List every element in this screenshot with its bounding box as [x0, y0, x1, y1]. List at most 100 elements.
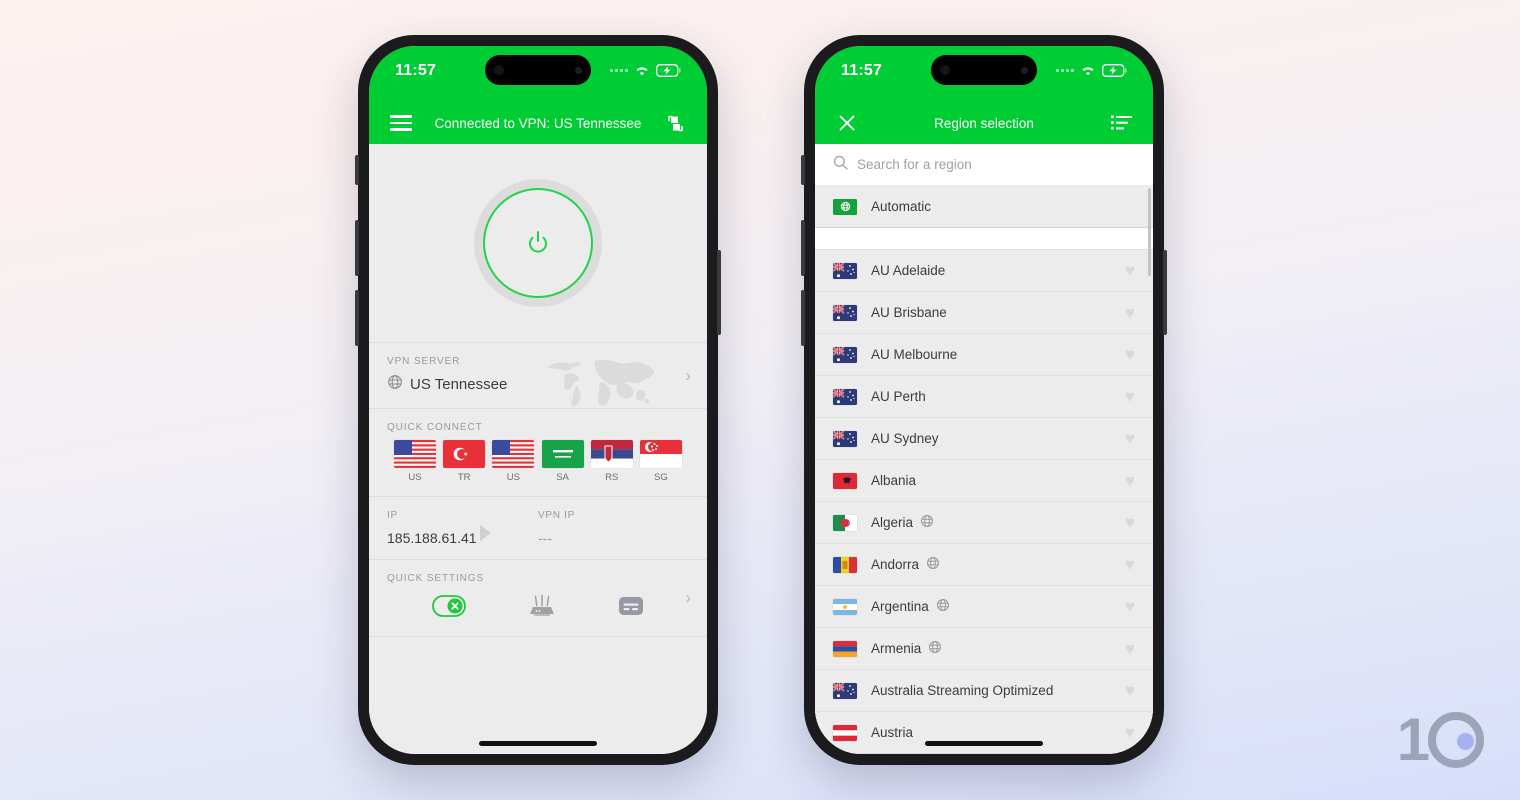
geo-globe-icon [920, 514, 934, 531]
search-input[interactable]: Search for a region [857, 157, 972, 172]
list-scrollbar[interactable] [1148, 188, 1151, 276]
favorite-heart-icon[interactable]: ♥ [1125, 261, 1135, 281]
wifi-icon [634, 65, 650, 77]
favorite-heart-icon[interactable]: ♥ [1125, 513, 1135, 533]
list-item-region[interactable]: Albania ♥ [815, 460, 1153, 502]
dynamic-island [931, 55, 1037, 85]
region-label: Argentina [871, 599, 929, 614]
list-item-region[interactable]: Australia Streaming Optimized ♥ [815, 670, 1153, 712]
camera-icon [940, 65, 950, 75]
flag-au-icon [833, 388, 857, 405]
ip-card: IP 185.188.61.41 VPN IP --- [369, 496, 707, 559]
home-indicator[interactable] [479, 741, 597, 746]
kill-switch-icon[interactable] [431, 595, 466, 622]
sensor-icon [575, 66, 582, 74]
quick-connect-item[interactable]: SA [539, 440, 587, 483]
home-indicator[interactable] [925, 741, 1043, 746]
volume-down-button[interactable] [355, 290, 359, 346]
region-name: Automatic [871, 199, 932, 214]
signal-dots-icon [1056, 69, 1074, 72]
sort-list-icon[interactable] [1107, 109, 1135, 137]
quick-connect-item[interactable]: US [489, 440, 537, 483]
battery-charging-icon [656, 64, 681, 77]
region-list: Automatic AU Adelaide ♥ AU Brisbane ♥ AU… [815, 186, 1153, 754]
close-x-icon[interactable] [833, 109, 861, 137]
favorite-heart-icon[interactable]: ♥ [1125, 387, 1135, 407]
region-label: Algeria [871, 515, 914, 530]
volume-down-button[interactable] [801, 290, 805, 346]
flag-ad-icon [833, 556, 857, 573]
quick-connect-code: RS [605, 472, 619, 483]
search-bar[interactable]: Search for a region [815, 144, 1153, 186]
snapshot-icon[interactable] [661, 109, 689, 137]
favorite-heart-icon[interactable]: ♥ [1125, 345, 1135, 365]
favorite-heart-icon[interactable]: ♥ [1125, 303, 1135, 323]
flag-au-icon [833, 346, 857, 363]
app-bar-right: Region selection [815, 102, 1153, 144]
mute-switch[interactable] [801, 155, 805, 185]
favorite-heart-icon[interactable]: ♥ [1125, 429, 1135, 449]
camera-icon [494, 65, 504, 75]
dynamic-island [485, 55, 591, 85]
volume-up-button[interactable] [355, 220, 359, 276]
list-item-region[interactable]: AU Sydney ♥ [815, 418, 1153, 460]
connection-status-title: Connected to VPN: US Tennessee [434, 115, 642, 131]
status-time: 11:57 [841, 62, 883, 79]
hamburger-menu-icon[interactable] [387, 109, 415, 137]
app-bar-left: Connected to VPN: US Tennessee [369, 102, 707, 144]
quick-settings-icons [387, 591, 689, 623]
quick-settings-card[interactable]: QUICK SETTINGS › [369, 559, 707, 636]
quick-connect-item[interactable]: SG [637, 440, 685, 483]
geo-globe-icon [928, 640, 942, 657]
region-name: AU Adelaide [871, 263, 946, 278]
favorite-heart-icon[interactable]: ♥ [1125, 639, 1135, 659]
volume-up-button[interactable] [801, 220, 805, 276]
list-item-region[interactable]: AU Adelaide ♥ [815, 250, 1153, 292]
list-item-region[interactable]: Andorra ♥ [815, 544, 1153, 586]
favorite-heart-icon[interactable]: ♥ [1125, 471, 1135, 491]
flag-us-icon [394, 440, 436, 468]
mace-adblock-icon[interactable] [618, 595, 644, 622]
flag-sa-icon [541, 440, 584, 468]
quick-connect-item[interactable]: US [391, 440, 439, 483]
list-item-region[interactable]: AU Perth ♥ [815, 376, 1153, 418]
quick-connect-card: QUICK CONNECT US TR US SA RS SG [369, 408, 707, 496]
quick-connect-code: US [506, 472, 520, 483]
list-item-region[interactable]: Armenia ♥ [815, 628, 1153, 670]
ip-grid: IP 185.188.61.41 VPN IP --- [387, 510, 689, 546]
auto-globe-icon [833, 198, 857, 215]
favorite-heart-icon[interactable]: ♥ [1125, 555, 1135, 575]
status-bar-right: 11:57 [815, 46, 1153, 102]
list-item-region[interactable]: Algeria ♥ [815, 502, 1153, 544]
status-indicators [610, 62, 681, 77]
list-item-region[interactable]: AU Brisbane ♥ [815, 292, 1153, 334]
signal-dots-icon [610, 69, 628, 72]
flag-ar-icon [833, 598, 857, 615]
favorite-heart-icon[interactable]: ♥ [1125, 723, 1135, 743]
power-side-button[interactable] [717, 250, 721, 335]
flag-au-icon [833, 304, 857, 321]
router-icon[interactable] [527, 594, 557, 623]
globe-icon [387, 374, 403, 395]
screen-left: 11:57 Connected to VPN: US Tennessee VPN… [369, 46, 707, 754]
power-toggle[interactable] [474, 179, 602, 307]
flag-rs-icon [590, 440, 633, 468]
brand-logo: 1 [1397, 710, 1484, 770]
favorite-heart-icon[interactable]: ♥ [1125, 597, 1135, 617]
power-side-button[interactable] [1163, 250, 1167, 335]
phone-device-right: 11:57 Region selection Search for a regi… [801, 35, 1167, 765]
list-item-region[interactable]: Argentina ♥ [815, 586, 1153, 628]
list-item-automatic[interactable]: Automatic [815, 186, 1153, 228]
list-item-region[interactable]: Austria ♥ [815, 712, 1153, 754]
logo-dot [1457, 733, 1474, 750]
region-name: Albania [871, 473, 917, 488]
favorite-heart-icon[interactable]: ♥ [1125, 681, 1135, 701]
quick-connect-code: SA [556, 472, 569, 483]
region-name: Australia Streaming Optimized [871, 683, 1054, 698]
vpn-server-card[interactable]: VPN SERVER US Tennessee › [369, 342, 707, 408]
region-name: Argentina [871, 598, 1111, 615]
list-item-region[interactable]: AU Melbourne ♥ [815, 334, 1153, 376]
mute-switch[interactable] [355, 155, 359, 185]
quick-connect-item[interactable]: RS [588, 440, 636, 483]
quick-connect-item[interactable]: TR [440, 440, 488, 483]
